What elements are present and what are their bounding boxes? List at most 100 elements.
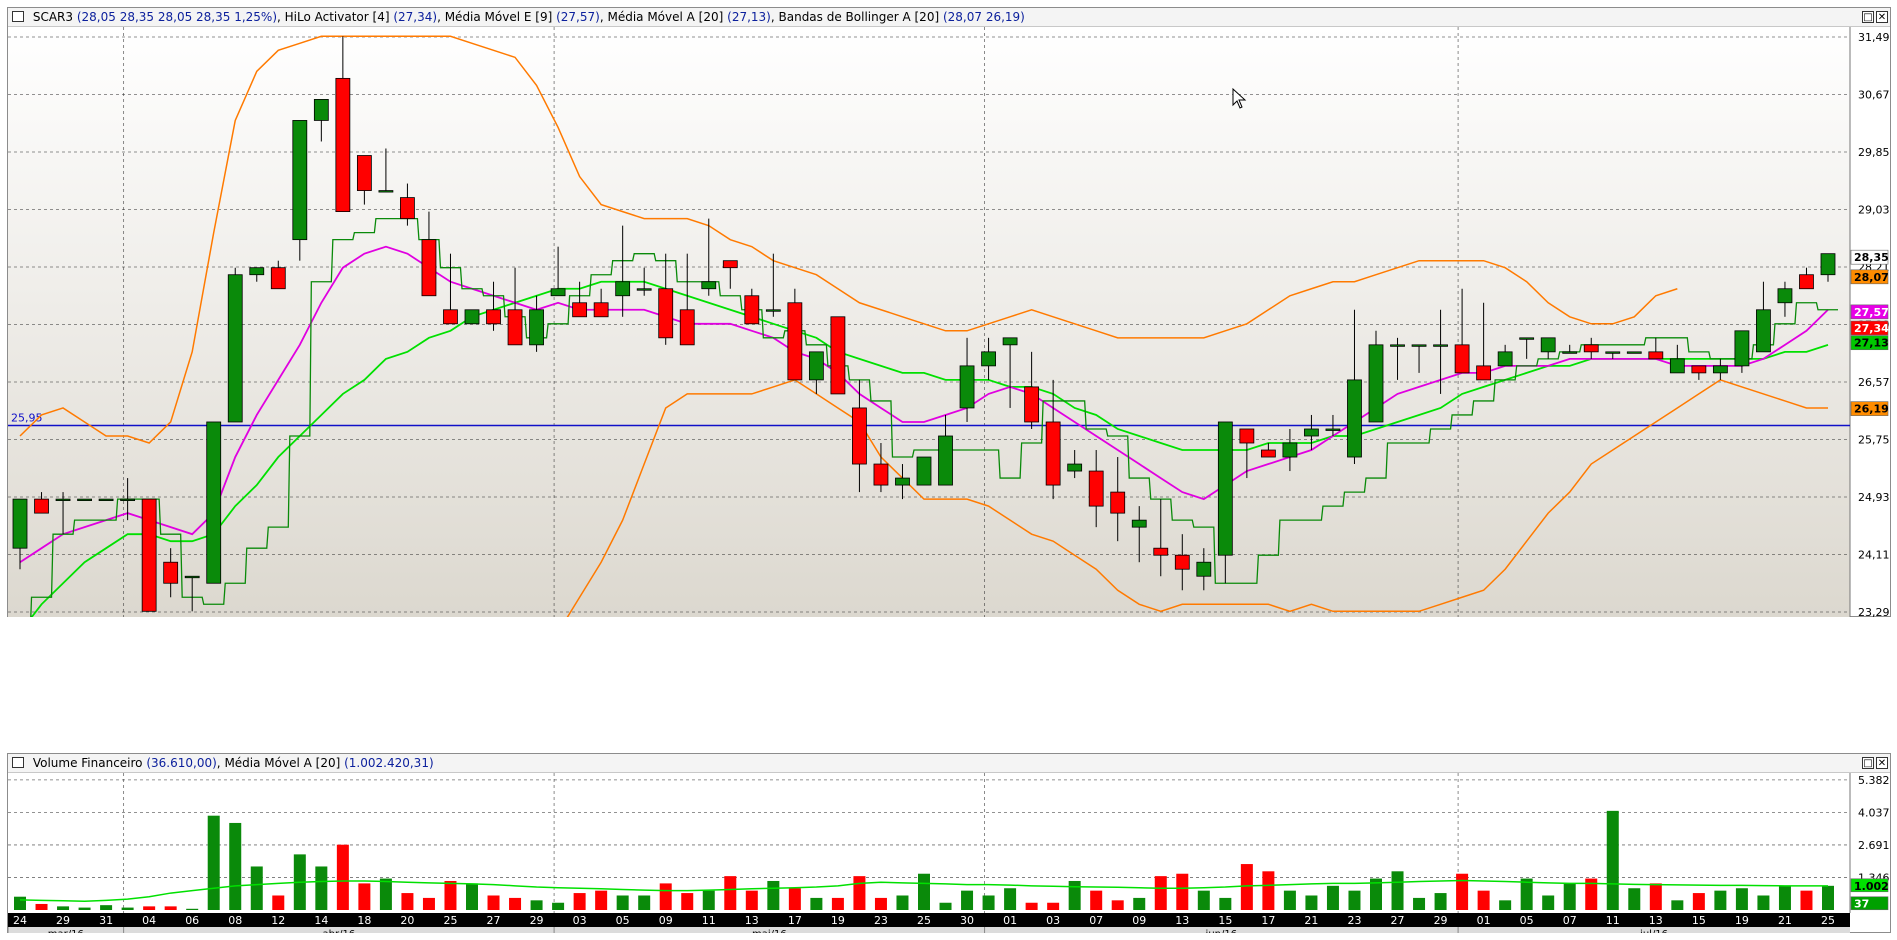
candle-body: [1497, 351, 1513, 367]
volume-bar: [1671, 900, 1684, 910]
candle-body: [400, 197, 415, 220]
price-y-tick-label: 29,85: [1858, 146, 1890, 159]
candle-body: [1519, 337, 1535, 340]
candle-body: [895, 477, 910, 486]
volume-bar: [207, 815, 220, 910]
volume-chart[interactable]: 5.3824.0372.6911.3461.0023724 29 31 04 06 08 1…: [8, 773, 1890, 933]
volume-bar: [1692, 893, 1705, 910]
price-panel[interactable]: SCAR3 (28,05 28,35 28,05 28,35 1,25%), H…: [7, 7, 1891, 617]
day-axis-label: 11: [1606, 914, 1620, 927]
candle-body: [636, 288, 652, 291]
candle-body: [701, 281, 717, 290]
volume-name: Volume Financeiro: [32, 756, 143, 770]
bollinger-indicator-name: Bandas de Bollinger A [20]: [778, 10, 940, 24]
candle-body: [313, 99, 329, 121]
hilo-indicator-value: (27,34): [393, 10, 438, 24]
candle-body: [1024, 386, 1040, 423]
volume-bar: [961, 890, 974, 910]
candle-body: [1131, 519, 1147, 528]
day-axis-label: 05: [1520, 914, 1534, 927]
maximize-icon[interactable]: □: [1862, 11, 1874, 23]
volume-bar: [1111, 900, 1124, 910]
volume-bar: [1197, 890, 1210, 910]
day-axis-label: 25: [917, 914, 931, 927]
volume-bar: [1822, 885, 1834, 910]
candle-body: [593, 302, 609, 318]
volume-bar: [767, 880, 780, 910]
candle-body: [1347, 379, 1362, 458]
candle-body: [335, 77, 351, 213]
candle-body: [852, 407, 867, 465]
candle-body: [1088, 470, 1104, 507]
candle-body: [981, 351, 996, 367]
price-y-tick-label: 24,93: [1858, 491, 1890, 504]
candle-body: [464, 309, 480, 325]
day-axis-label: 13: [1649, 914, 1663, 927]
volume-bar: [853, 876, 866, 910]
price-y-tick-label: 25,75: [1858, 434, 1890, 447]
volume-bar: [100, 905, 113, 910]
candle-body: [270, 267, 286, 290]
candle-body: [1583, 344, 1599, 353]
candle-body: [1712, 365, 1728, 374]
sma-indicator-value: (27,13): [727, 10, 771, 24]
panel-icon: [12, 757, 24, 768]
day-axis-label: 14: [314, 914, 328, 927]
day-axis-label: 30: [960, 914, 974, 927]
volume-bar: [530, 900, 543, 910]
volume-bar: [1326, 885, 1339, 910]
price-chart[interactable]: 31,4930,6729,8529,0328,2127,3926,5725,75…: [8, 27, 1890, 617]
volume-bar: [1240, 864, 1253, 910]
value-tag-text: 26,19: [1854, 403, 1889, 416]
candle-body: [658, 288, 674, 339]
volume-bar: [1542, 895, 1555, 910]
candle-body: [1734, 330, 1750, 367]
candle-body: [1217, 421, 1233, 556]
volume-bar: [1004, 888, 1017, 910]
volume-bar: [186, 908, 199, 910]
candle-body: [55, 498, 71, 502]
sma-indicator-name: Média Móvel A [20]: [607, 10, 724, 24]
volume-bar: [1563, 883, 1576, 910]
volume-bar: [1413, 897, 1426, 910]
hilo-indicator-name: HiLo Activator [4]: [284, 10, 390, 24]
price-y-tick-label: 31,49: [1858, 31, 1890, 44]
ema-indicator-name: Média Móvel E [9]: [444, 10, 553, 24]
volume-bar: [874, 897, 887, 910]
close-icon[interactable]: ✕: [1876, 11, 1888, 23]
volume-bar: [143, 906, 156, 910]
day-axis-label: 17: [788, 914, 802, 927]
candle-body: [1626, 351, 1642, 354]
maximize-icon[interactable]: □: [1862, 757, 1874, 769]
day-axis-label: 29: [1434, 914, 1448, 927]
close-icon[interactable]: ✕: [1876, 757, 1888, 769]
candle-body: [163, 561, 179, 584]
volume-value: (36.610,00): [146, 756, 217, 770]
volume-bar: [982, 895, 995, 910]
month-axis-label: jun/16: [1205, 929, 1238, 933]
candle-body: [1282, 442, 1298, 458]
candle-body: [1540, 337, 1556, 353]
candle-body: [572, 302, 588, 318]
volume-bar: [1133, 897, 1146, 910]
day-axis-label: 09: [659, 914, 673, 927]
day-axis-label: 31: [99, 914, 113, 927]
day-axis-label: 21: [1778, 914, 1792, 927]
day-axis-label: 09: [1132, 914, 1146, 927]
volume-bar: [57, 906, 70, 910]
candle-body: [722, 260, 738, 269]
volume-panel-titlebar: Volume Financeiro (36.610,00), Média Móv…: [8, 754, 1890, 773]
candle-body: [679, 309, 695, 346]
day-axis-label: 12: [271, 914, 285, 927]
month-axis-label: jul/16: [1639, 929, 1668, 933]
candle-body: [1067, 463, 1083, 472]
candle-body: [938, 435, 953, 486]
volume-bar: [1391, 871, 1404, 910]
candle-body: [1174, 554, 1190, 570]
candle-body: [249, 267, 265, 276]
volume-panel-frame[interactable]: Volume Financeiro (36.610,00), Média Móv…: [7, 753, 1891, 933]
day-axis-label: 20: [400, 914, 414, 927]
volume-tag: 37: [1854, 898, 1869, 911]
volume-bar: [638, 895, 651, 910]
panel-icon: [12, 11, 24, 22]
